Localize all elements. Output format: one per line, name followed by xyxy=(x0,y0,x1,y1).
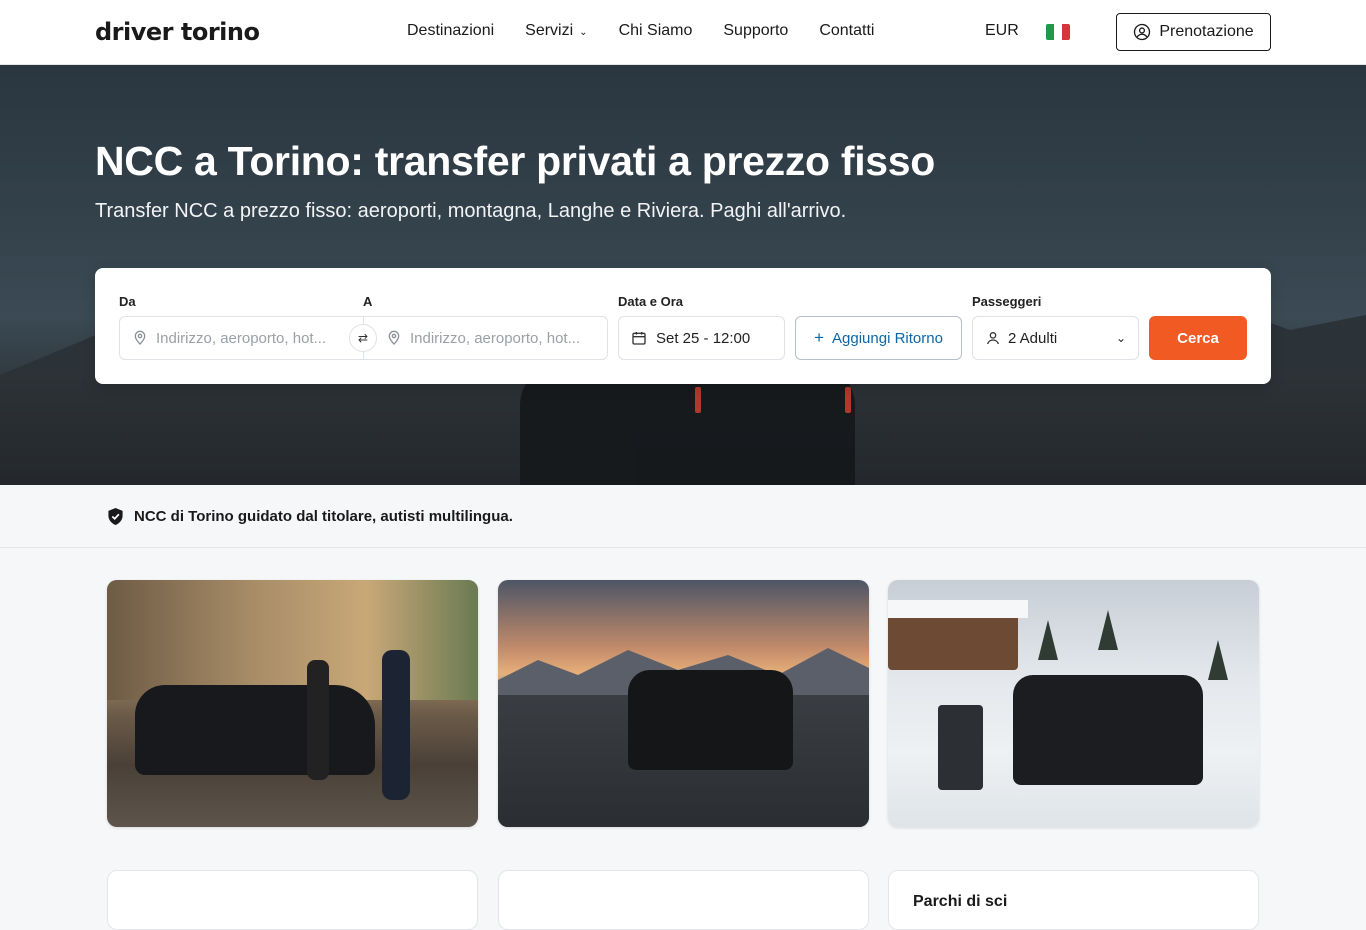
nav-label: Contatti xyxy=(819,22,875,39)
italy-flag-icon[interactable] xyxy=(1046,24,1070,40)
trust-text: NCC di Torino guidato dal titolare, auti… xyxy=(134,508,513,525)
van-mountain-road-photo[interactable] xyxy=(498,580,869,827)
hero-title: NCC a Torino: transfer privati a prezzo … xyxy=(95,138,936,184)
plus-icon: + xyxy=(814,328,825,347)
logo[interactable]: driver torino xyxy=(95,18,260,46)
search-button[interactable]: Cerca xyxy=(1149,316,1247,360)
main-nav: Destinazioni Servizi ⌄ Chi Siamo Supporto… xyxy=(407,22,905,40)
nav-label: Destinazioni xyxy=(407,22,495,39)
swap-icon[interactable]: ⇄ xyxy=(349,324,377,352)
location-pin-icon xyxy=(388,330,400,345)
currency-selector[interactable]: EUR xyxy=(985,22,1019,40)
shield-check-icon xyxy=(108,508,123,525)
date-input[interactable]: Set 25 - 12:00 xyxy=(618,316,785,360)
service-card[interactable] xyxy=(498,870,869,930)
chevron-down-icon: ⌄ xyxy=(579,26,588,38)
from-input[interactable]: Indirizzo, aeroporto, hot... xyxy=(119,316,364,360)
from-label: Da xyxy=(119,294,136,309)
nav-servizi[interactable]: Servizi ⌄ xyxy=(525,22,587,40)
calendar-icon xyxy=(632,332,646,345)
booking-button[interactable]: Prenotazione xyxy=(1116,13,1271,51)
nav-label: Chi Siamo xyxy=(618,22,693,39)
nav-label: Servizi xyxy=(525,22,574,39)
nav-contatti[interactable]: Contatti xyxy=(819,22,874,40)
to-placeholder: Indirizzo, aeroporto, hot... xyxy=(410,329,581,347)
user-icon xyxy=(987,332,999,345)
service-card[interactable]: Parchi di sci xyxy=(888,870,1259,930)
add-return-label: Aggiungi Ritorno xyxy=(832,329,943,347)
user-circle-icon xyxy=(1134,23,1151,41)
chauffeur-sedan-photo[interactable] xyxy=(107,580,478,827)
service-card[interactable] xyxy=(107,870,478,930)
from-placeholder: Indirizzo, aeroporto, hot... xyxy=(156,329,327,347)
add-return-button[interactable]: + Aggiungi Ritorno xyxy=(795,316,962,360)
van-snow-ski-photo[interactable] xyxy=(888,580,1259,827)
nav-chi-siamo[interactable]: Chi Siamo xyxy=(619,22,693,40)
chevron-down-icon: ⌄ xyxy=(1115,331,1126,345)
to-input[interactable]: Indirizzo, aeroporto, hot... xyxy=(363,316,608,360)
booking-button-label: Prenotazione xyxy=(1159,23,1254,40)
trust-bar: NCC di Torino guidato dal titolare, auti… xyxy=(0,485,1366,548)
to-label: A xyxy=(363,294,373,309)
passengers-label: Passeggeri xyxy=(972,294,1042,309)
passengers-value: 2 Adulti xyxy=(1008,329,1058,347)
nav-label: Supporto xyxy=(723,22,789,39)
hero-subtitle: Transfer NCC a prezzo fisso: aeroporti, … xyxy=(95,200,847,222)
nav-supporto[interactable]: Supporto xyxy=(723,22,788,40)
card-title: Parchi di sci xyxy=(913,893,1008,910)
passengers-select[interactable]: 2 Adulti ⌄ xyxy=(972,316,1139,360)
search-form: Da Indirizzo, aeroporto, hot... A Indiri… xyxy=(95,268,1271,384)
location-pin-icon xyxy=(134,330,146,345)
nav-destinazioni[interactable]: Destinazioni xyxy=(407,22,494,40)
date-value: Set 25 - 12:00 xyxy=(656,329,751,347)
site-header: driver torino Destinazioni Servizi ⌄ Chi … xyxy=(0,0,1366,65)
date-label: Data e Ora xyxy=(618,294,684,309)
